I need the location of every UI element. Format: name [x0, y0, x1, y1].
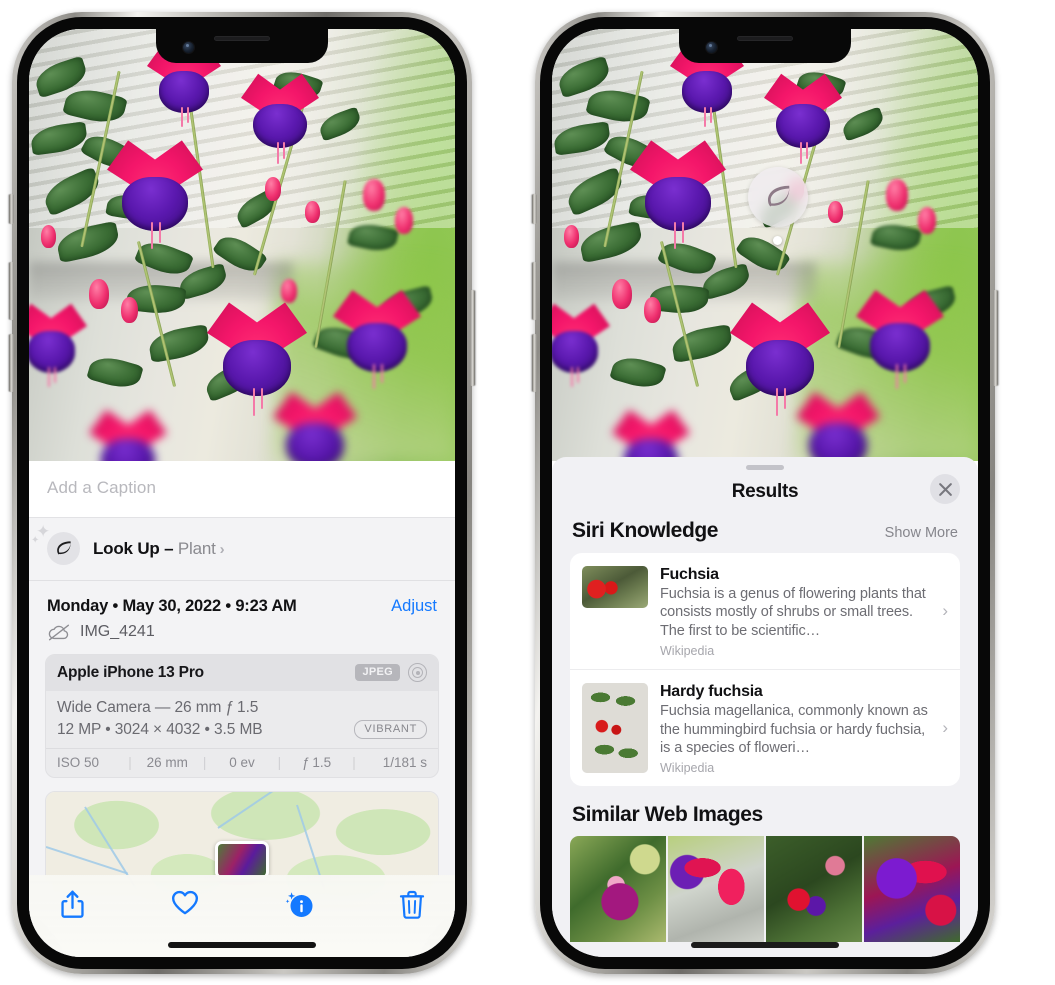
screenshot-canvas: Add a Caption ✦ ✦ Look Up – Plant › Mond… — [0, 0, 1055, 985]
aperture-icon — [408, 663, 427, 682]
photo-viewer-left[interactable] — [29, 29, 455, 461]
cloud-slash-icon — [48, 624, 70, 640]
volume-up-button-left[interactable] — [9, 262, 14, 320]
chevron-right-icon: › — [942, 718, 948, 738]
map-pin-thumbnail — [218, 844, 266, 877]
chevron-right-icon: › — [219, 540, 225, 558]
photographic-style-badge: VIBRANT — [354, 720, 427, 739]
similar-web-images-strip[interactable] — [552, 836, 978, 943]
knowledge-item[interactable]: Hardy fuchsia Fuchsia magellanica, commo… — [570, 669, 960, 786]
iphone-left: Add a Caption ✦ ✦ Look Up – Plant › Mond… — [9, 12, 475, 974]
volume-down-button-left[interactable] — [9, 334, 14, 392]
metadata-row: Monday • May 30, 2022 • 9:23 AM Adjust — [29, 581, 455, 620]
knowledge-title: Fuchsia — [660, 566, 719, 583]
earpiece-speaker — [214, 36, 270, 41]
exif-footer: ISO 50 | 26 mm | 0 ev | ƒ 1.5 | 1/181 s — [46, 748, 438, 777]
power-button-left[interactable] — [470, 290, 475, 386]
caption-input[interactable]: Add a Caption — [47, 478, 437, 498]
screen-right: Results Siri Knowledge Show More Fuchsia… — [552, 29, 978, 957]
leaf-icon — [768, 185, 790, 207]
exif-exposure: 0 ev — [229, 755, 255, 770]
exif-body: Wide Camera — 26 mm ƒ 1.5 12 MP • 3024 ×… — [46, 691, 438, 748]
visual-lookup-anchor-dot — [773, 236, 782, 245]
similar-web-images-title: Similar Web Images — [572, 803, 763, 827]
knowledge-body: Fuchsia Fuchsia is a genus of flowering … — [660, 566, 948, 658]
knowledge-source: Wikipedia — [660, 761, 715, 776]
trash-icon[interactable] — [399, 889, 425, 920]
volume-up-button-right[interactable] — [532, 262, 537, 320]
close-button[interactable] — [930, 474, 960, 504]
heart-icon[interactable] — [170, 889, 200, 916]
knowledge-description: Fuchsia magellanica, commonly known as t… — [660, 703, 928, 757]
similar-image[interactable] — [570, 836, 666, 943]
knowledge-body: Hardy fuchsia Fuchsia magellanica, commo… — [660, 683, 948, 775]
results-header: Results — [552, 470, 978, 519]
exif-iso: ISO 50 — [57, 755, 100, 770]
similar-image[interactable] — [668, 836, 764, 943]
lens-description: Wide Camera — 26 mm ƒ 1.5 — [57, 699, 259, 716]
photo-filename: IMG_4241 — [80, 623, 155, 640]
photo-info-sheet: Add a Caption ✦ ✦ Look Up – Plant › Mond… — [29, 461, 455, 957]
similar-image[interactable] — [864, 836, 960, 943]
camera-device-name: Apple iPhone 13 Pro — [57, 663, 204, 681]
home-indicator-right[interactable] — [691, 942, 839, 948]
adjust-button[interactable]: Adjust — [391, 597, 437, 616]
info-sparkle-icon[interactable] — [285, 889, 315, 919]
front-camera-icon — [706, 42, 717, 53]
file-row: IMG_4241 — [29, 620, 455, 654]
mute-switch-right[interactable] — [532, 194, 537, 224]
exif-focal-length: 26 mm — [146, 755, 188, 770]
file-format-badge: JPEG — [355, 664, 400, 681]
knowledge-thumbnail — [582, 566, 648, 608]
notch-right — [679, 29, 851, 63]
close-icon — [938, 482, 952, 496]
exif-card[interactable]: Apple iPhone 13 Pro JPEG Wide Camera — 2… — [45, 654, 439, 778]
look-up-title: Look Up — [93, 538, 160, 558]
knowledge-thumbnail — [582, 683, 648, 774]
photo-location-pin[interactable] — [215, 841, 269, 880]
volume-down-button-right[interactable] — [532, 334, 537, 392]
siri-knowledge-card: Fuchsia Fuchsia is a genus of flowering … — [570, 553, 960, 787]
photo-date: Monday • May 30, 2022 • 9:23 AM — [47, 597, 297, 615]
show-more-button[interactable]: Show More — [885, 525, 958, 541]
exif-header: Apple iPhone 13 Pro JPEG — [46, 655, 438, 691]
leaf-icon-badge: ✦ ✦ — [31, 523, 80, 565]
knowledge-item[interactable]: Fuchsia Fuchsia is a genus of flowering … — [570, 553, 960, 669]
exif-shutter: 1/181 s — [382, 755, 427, 770]
earpiece-speaker — [737, 36, 793, 41]
exif-aperture: ƒ 1.5 — [302, 755, 332, 770]
visual-lookup-badge[interactable] — [748, 167, 808, 227]
knowledge-title: Hardy fuchsia — [660, 683, 763, 701]
share-icon[interactable] — [59, 889, 86, 920]
look-up-row[interactable]: ✦ ✦ Look Up – Plant › — [29, 518, 455, 581]
power-button-right[interactable] — [993, 290, 998, 386]
leaf-icon — [57, 541, 71, 555]
look-up-subject: Plant — [177, 538, 216, 558]
sparkle-icon-small: ✦ — [31, 535, 40, 546]
photo-viewer-right[interactable] — [552, 29, 978, 461]
iphone-right: Results Siri Knowledge Show More Fuchsia… — [532, 12, 998, 974]
chevron-right-icon: › — [942, 601, 948, 621]
results-sheet: Results Siri Knowledge Show More Fuchsia… — [552, 457, 978, 957]
knowledge-source: Wikipedia — [660, 644, 715, 659]
front-camera-icon — [183, 42, 194, 53]
siri-knowledge-title: Siri Knowledge — [572, 519, 719, 542]
siri-knowledge-header: Siri Knowledge Show More — [552, 519, 978, 553]
screen-left: Add a Caption ✦ ✦ Look Up – Plant › Mond… — [29, 29, 455, 957]
knowledge-description: Fuchsia is a genus of flowering plants t… — [660, 586, 926, 639]
mute-switch-left[interactable] — [9, 194, 14, 224]
look-up-label: Look Up – Plant › — [93, 538, 225, 559]
notch-left — [156, 29, 328, 63]
home-indicator-left[interactable] — [168, 942, 316, 948]
info-button-wrap[interactable] — [285, 889, 315, 924]
similar-image[interactable] — [766, 836, 862, 943]
results-title: Results — [731, 481, 799, 502]
look-up-dash: – — [159, 538, 178, 558]
image-specs: 12 MP • 3024 × 4032 • 3.5 MB — [57, 720, 263, 738]
caption-field-row[interactable]: Add a Caption — [29, 461, 455, 518]
